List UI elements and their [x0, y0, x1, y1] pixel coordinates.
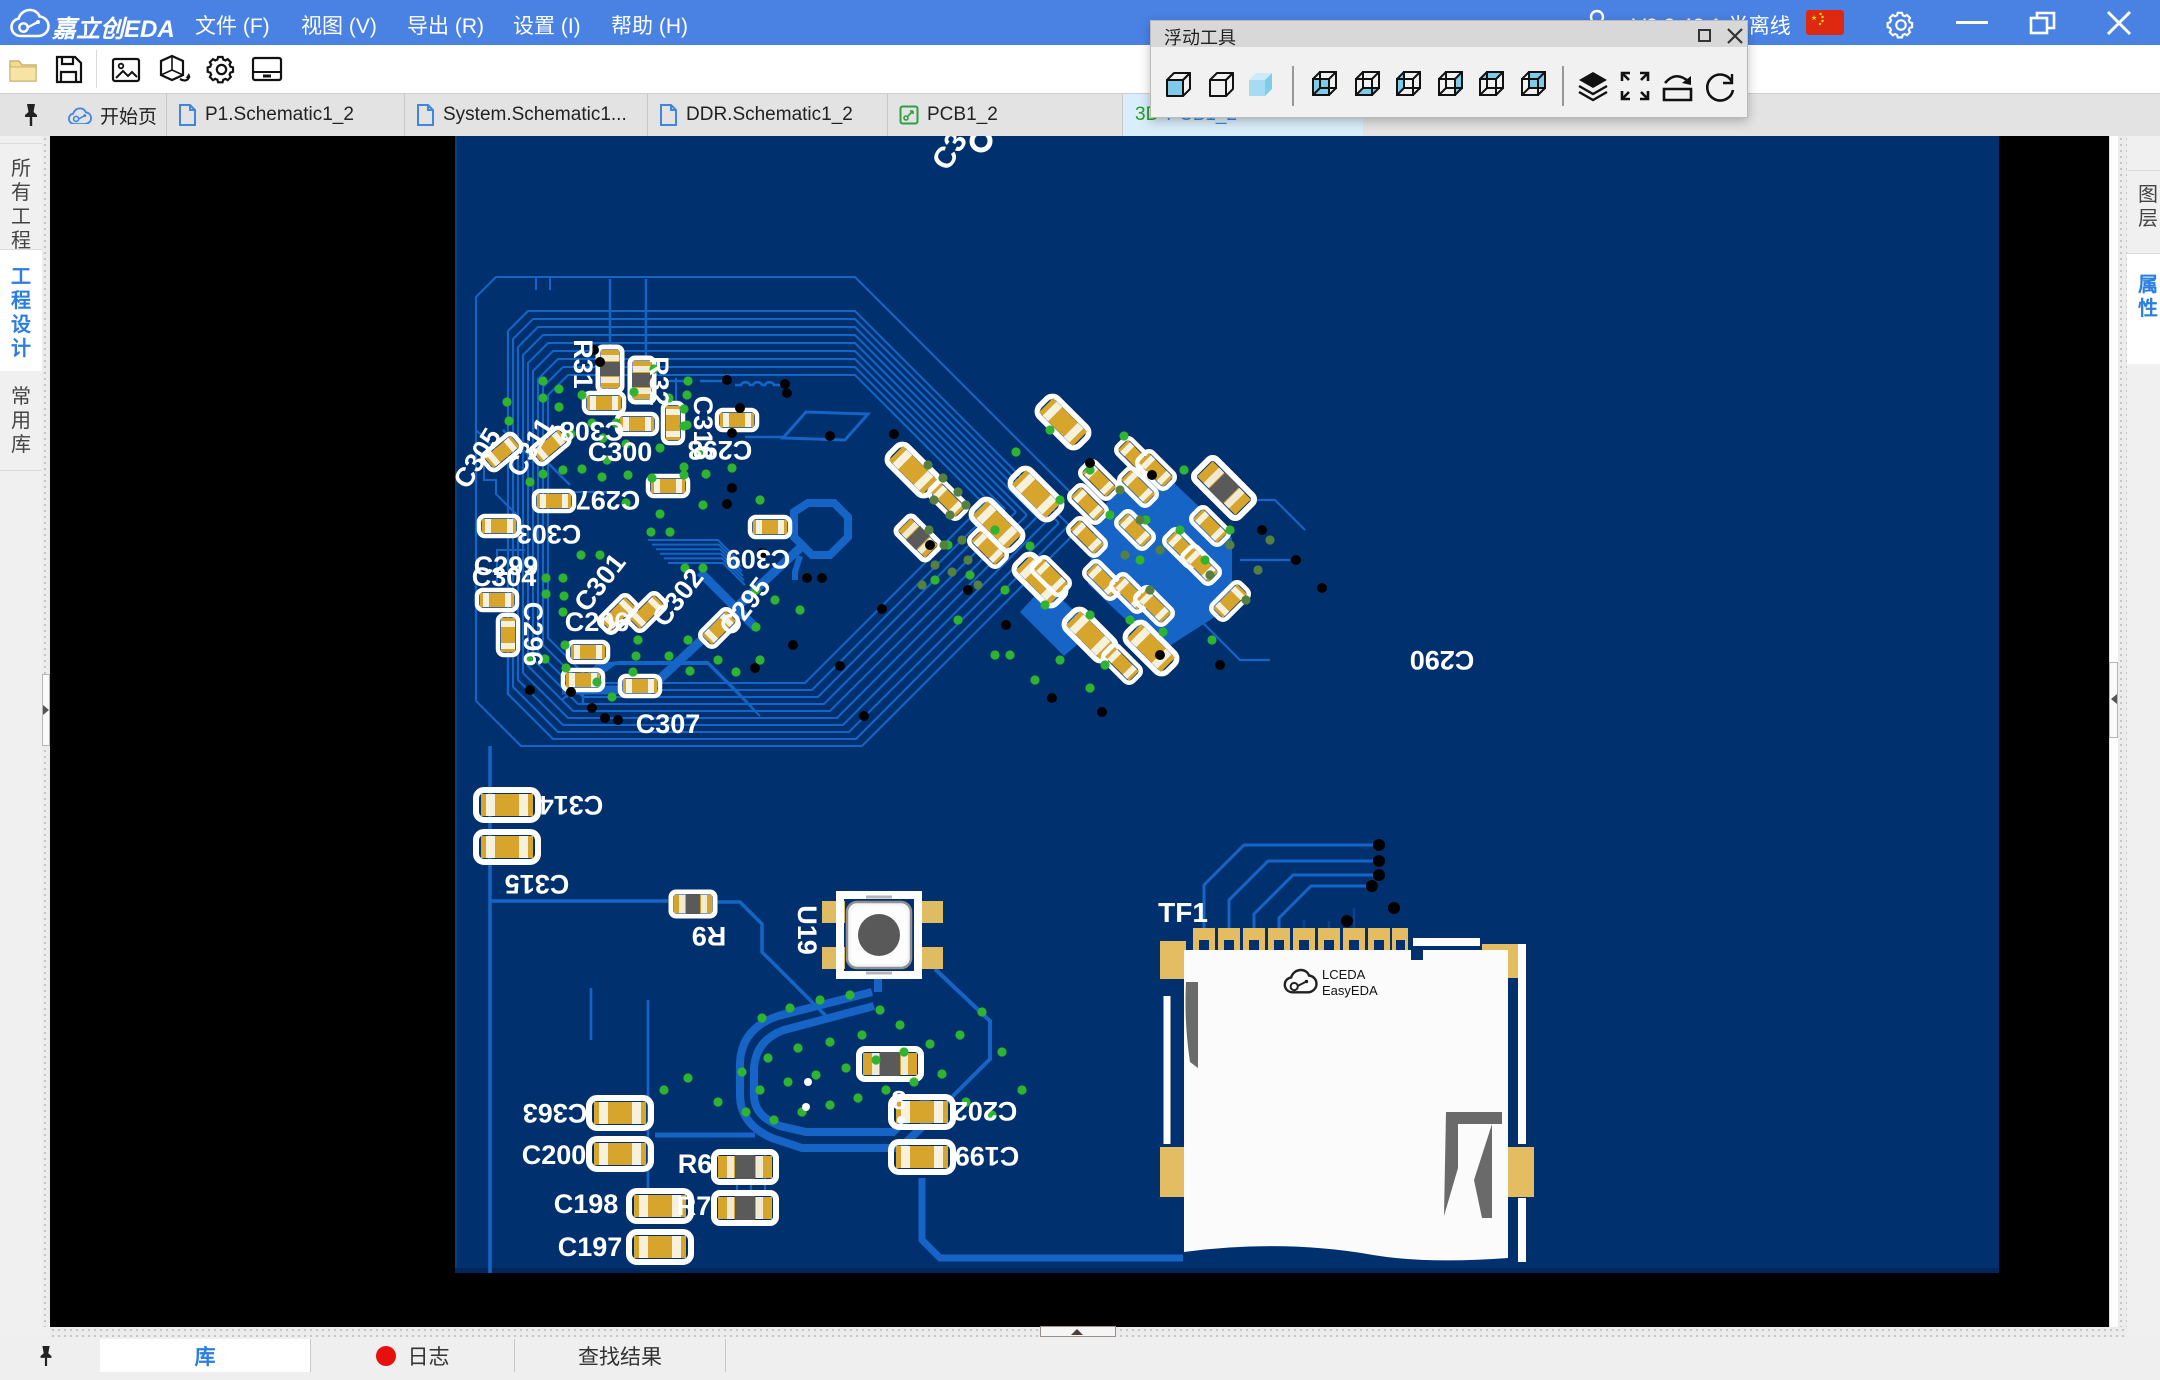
svg-text:TF1: TF1	[1158, 897, 1208, 928]
svg-text:C199: C199	[955, 1141, 1020, 1171]
svg-text:R31: R31	[568, 339, 598, 389]
svg-text:C296: C296	[518, 602, 548, 667]
svg-text:C298: C298	[688, 435, 753, 465]
svg-text:C200: C200	[522, 1140, 587, 1170]
svg-text:C290: C290	[1410, 645, 1475, 675]
svg-text:C304: C304	[472, 562, 537, 592]
svg-text:C307: C307	[636, 709, 701, 739]
svg-text:C297: C297	[576, 485, 641, 515]
svg-text:U19: U19	[792, 905, 822, 955]
svg-text:C300: C300	[588, 437, 653, 467]
svg-text:C198: C198	[554, 1189, 619, 1219]
svg-text:C363: C363	[523, 1098, 588, 1128]
svg-text:LCEDA: LCEDA	[1322, 967, 1366, 982]
svg-text:R7: R7	[677, 1191, 712, 1221]
svg-text:C197: C197	[558, 1232, 623, 1262]
svg-text:R6: R6	[678, 1149, 713, 1179]
svg-text:C202: C202	[953, 1096, 1018, 1126]
svg-text:R9: R9	[692, 921, 727, 951]
svg-text:8: 8	[892, 1085, 906, 1115]
svg-text:C314: C314	[539, 790, 604, 820]
svg-text:C206: C206	[565, 607, 630, 637]
svg-text:EasyEDA: EasyEDA	[1322, 983, 1378, 998]
svg-text:C303: C303	[517, 519, 582, 549]
svg-text:C315: C315	[505, 869, 570, 899]
svg-text:C309: C309	[726, 544, 791, 574]
svg-text:R32: R32	[644, 356, 674, 406]
